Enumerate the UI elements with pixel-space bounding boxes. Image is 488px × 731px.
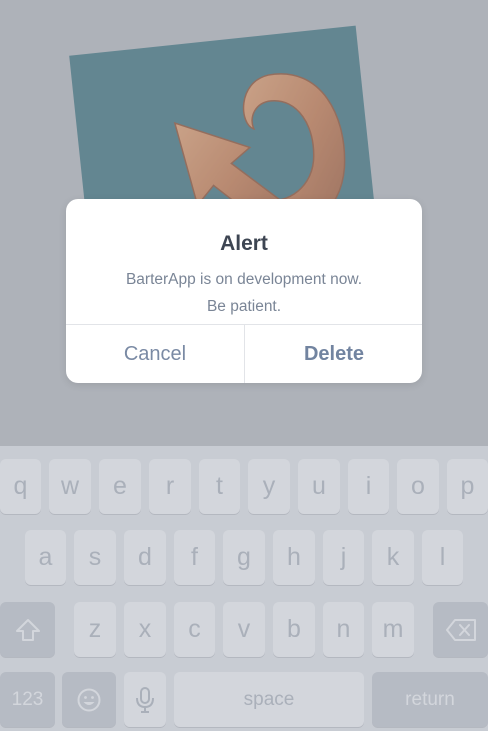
key-label: w xyxy=(60,472,80,500)
key-label: f xyxy=(191,543,198,571)
key-label: u xyxy=(312,472,326,500)
key-label: o xyxy=(411,472,425,500)
key-e[interactable]: e xyxy=(99,459,141,514)
microphone-key[interactable] xyxy=(124,672,166,727)
key-n[interactable]: n xyxy=(323,602,364,657)
key-m[interactable]: m xyxy=(372,602,414,657)
key-label: d xyxy=(138,543,152,571)
return-key[interactable]: return xyxy=(372,672,488,727)
screen: Alert BarterApp is on development now. B… xyxy=(0,0,488,731)
key-label: z xyxy=(88,615,102,643)
key-label: k xyxy=(386,543,400,571)
key-label: a xyxy=(38,543,53,571)
key-z[interactable]: z xyxy=(74,602,116,657)
key-label: v xyxy=(237,615,251,643)
key-label: c xyxy=(188,615,201,643)
alert-message: BarterApp is on development now. Be pati… xyxy=(66,266,422,320)
key-f[interactable]: f xyxy=(174,530,215,585)
delete-button[interactable]: Delete xyxy=(245,325,422,383)
key-c[interactable]: c xyxy=(174,602,215,657)
key-u[interactable]: u xyxy=(298,459,340,514)
key-q[interactable]: q xyxy=(0,459,41,514)
alert-title: Alert xyxy=(220,232,268,255)
key-g[interactable]: g xyxy=(223,530,265,585)
emoji-icon xyxy=(77,688,101,711)
alert-dialog: Alert BarterApp is on development now. B… xyxy=(66,199,422,383)
key-a[interactable]: a xyxy=(25,530,66,585)
key-label: h xyxy=(287,543,301,571)
key-label: x xyxy=(138,615,152,643)
key-t[interactable]: t xyxy=(199,459,240,514)
key-b[interactable]: b xyxy=(273,602,315,657)
key-label: return xyxy=(405,688,455,710)
key-o[interactable]: o xyxy=(397,459,439,514)
key-label: l xyxy=(439,543,446,571)
key-label: g xyxy=(237,543,251,571)
space-key[interactable]: space xyxy=(174,672,364,727)
backspace-key[interactable] xyxy=(433,602,488,657)
key-label: t xyxy=(216,472,223,500)
key-label: y xyxy=(262,472,276,500)
key-label: 123 xyxy=(11,688,44,710)
cancel-button[interactable]: Cancel xyxy=(66,325,244,383)
key-r[interactable]: r xyxy=(149,459,191,514)
key-p[interactable]: p xyxy=(447,459,488,514)
key-w[interactable]: w xyxy=(49,459,91,514)
key-label: s xyxy=(88,543,102,571)
key-label: space xyxy=(243,688,295,710)
key-label: q xyxy=(13,472,28,500)
alert-message-line-2: Be patient. xyxy=(206,298,282,315)
key-label: b xyxy=(287,615,301,643)
numbers-key[interactable]: 123 xyxy=(0,672,55,727)
shift-key[interactable] xyxy=(0,602,55,657)
key-k[interactable]: k xyxy=(372,530,414,585)
key-label: m xyxy=(382,615,404,643)
key-h[interactable]: h xyxy=(273,530,315,585)
key-x[interactable]: x xyxy=(124,602,166,657)
key-i[interactable]: i xyxy=(348,459,389,514)
microphone-icon xyxy=(136,686,154,713)
emoji-key[interactable] xyxy=(62,672,116,727)
key-y[interactable]: y xyxy=(248,459,290,514)
key-label: n xyxy=(336,615,351,643)
key-d[interactable]: d xyxy=(124,530,166,585)
key-label: i xyxy=(365,472,372,500)
key-label: p xyxy=(460,472,475,500)
key-s[interactable]: s xyxy=(74,530,116,585)
key-label: r xyxy=(165,472,175,500)
key-label: j xyxy=(340,543,347,571)
shift-icon xyxy=(15,618,40,641)
key-l[interactable]: l xyxy=(422,530,463,585)
key-label: e xyxy=(113,472,127,500)
keyboard: q w e r t y u i o p a s d f g h j k l z … xyxy=(0,446,488,731)
key-v[interactable]: v xyxy=(223,602,265,657)
key-j[interactable]: j xyxy=(323,530,364,585)
backspace-icon xyxy=(445,618,476,641)
alert-message-line-1: BarterApp is on development now. xyxy=(125,271,363,288)
